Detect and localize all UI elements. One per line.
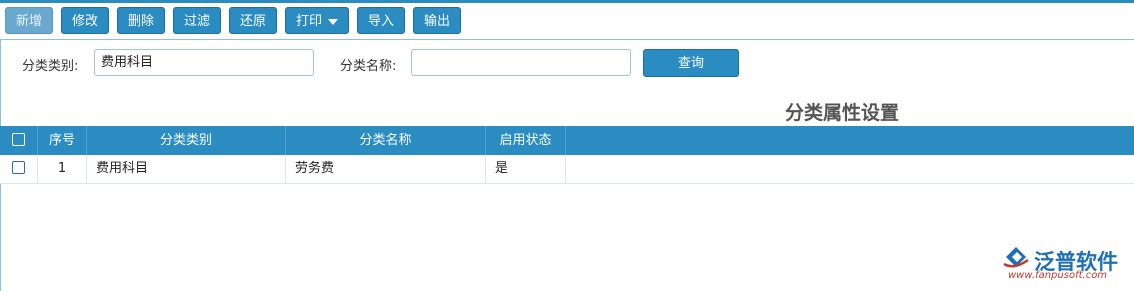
row-status-cell: 是 [486,155,566,183]
restore-button[interactable]: 还原 [229,7,277,34]
category-filter-label: 分类类别: [22,59,79,74]
column-header-category[interactable]: 分类类别 [87,126,286,155]
column-header-index[interactable]: 序号 [38,126,87,155]
row-select-cell[interactable] [0,155,38,183]
row-category-cell: 费用科目 [87,155,286,183]
category-filter-input[interactable]: 费用科目 [94,49,314,76]
select-all-checkbox[interactable] [12,133,25,146]
print-button-label: 打印 [295,14,322,29]
brand-logo-icon [1003,247,1029,268]
toolbar: 新增 修改 删除 过滤 还原 打印 导入 输出 [0,3,1134,40]
row-checkbox[interactable] [12,161,25,174]
page-title: 分类属性设置 [785,102,900,124]
export-button[interactable]: 输出 [413,7,461,34]
table-header: 序号 分类类别 分类名称 启用状态 [0,126,1134,155]
table-row[interactable]: 1 费用科目 劳务费 是 [0,155,1134,184]
brand-logo: 泛普软件 www.fanpusoft.com [1002,244,1118,281]
column-header-name[interactable]: 分类名称 [286,126,486,155]
caret-down-icon [328,18,338,25]
name-filter-label: 分类名称: [340,59,397,74]
new-button[interactable]: 新增 [5,7,53,34]
edit-button[interactable]: 修改 [61,7,109,34]
import-button[interactable]: 导入 [357,7,405,34]
column-header-status[interactable]: 启用状态 [486,126,566,155]
row-index-cell: 1 [38,155,87,183]
filter-button[interactable]: 过滤 [173,7,221,34]
query-button[interactable]: 查询 [643,49,739,77]
name-filter-input[interactable] [411,49,631,76]
row-name-cell: 劳务费 [286,155,486,183]
delete-button[interactable]: 删除 [117,7,165,34]
print-dropdown-button[interactable]: 打印 [285,7,349,34]
select-all-cell[interactable] [0,126,38,155]
brand-url: www.fanpusoft.com [1008,270,1108,281]
